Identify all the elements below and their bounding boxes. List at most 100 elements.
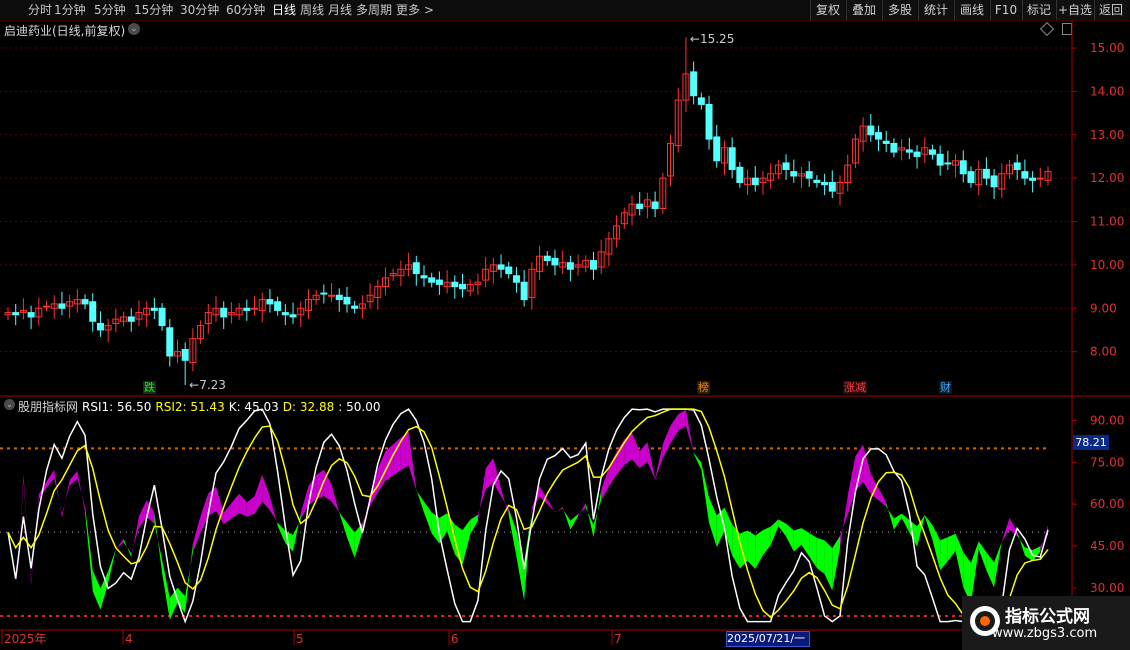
candle (343, 296, 351, 305)
candle (705, 103, 713, 140)
candle (905, 149, 913, 153)
rsi-band (893, 513, 902, 530)
candle (12, 312, 20, 316)
rsi-band (269, 496, 278, 526)
candle (96, 322, 104, 331)
rsi-band (331, 484, 340, 513)
ind-tick-label: 75.00 (1090, 455, 1124, 469)
event-tag-0[interactable]: 跌 (143, 381, 156, 394)
candle (420, 275, 428, 279)
candle (243, 307, 251, 311)
rsi-band (54, 469, 62, 518)
crosshair-date: 2025/07/21/一 (726, 631, 810, 647)
candle (944, 162, 952, 165)
candle (520, 281, 528, 301)
candle (320, 292, 328, 295)
date-label: 6 (451, 632, 459, 646)
rsi-band (978, 541, 987, 571)
candle (89, 301, 97, 322)
rsi-band (816, 537, 825, 574)
rsi-band (786, 523, 794, 552)
candle (181, 348, 189, 361)
event-tag-1[interactable]: 榜 (697, 381, 710, 394)
rsi-band (1001, 518, 1010, 542)
rsi-band (477, 468, 486, 521)
low-annotation: ←7.23 (189, 378, 226, 392)
date-label: 7 (614, 632, 622, 646)
candle (813, 179, 821, 183)
candle (882, 140, 890, 144)
candle (505, 266, 513, 275)
rsi-band (46, 469, 55, 489)
price-tick-label: 8.00 (1090, 345, 1117, 359)
date-label: 5 (296, 632, 304, 646)
event-tag-2[interactable]: 涨减 (843, 381, 867, 394)
candle (435, 279, 443, 285)
ind-tick-label: 90.00 (1090, 413, 1124, 427)
rsi-band (231, 493, 240, 519)
rsi-band (470, 514, 478, 535)
rsi-band (131, 516, 139, 558)
rsi-band (254, 474, 263, 514)
rsi-band (747, 530, 756, 569)
candle (790, 171, 798, 177)
rsi-band (770, 519, 779, 546)
candle (1029, 177, 1037, 181)
rsi-band (246, 496, 255, 517)
candle (697, 97, 705, 105)
rsi-band (400, 431, 409, 471)
rsi-band (693, 452, 702, 470)
candle (27, 312, 35, 318)
rsi-band (940, 537, 948, 571)
rsi-band (655, 444, 663, 480)
rsi-band (778, 519, 787, 537)
rsi-band (685, 409, 694, 454)
rsi-band (732, 524, 740, 569)
rsi-band (901, 513, 910, 533)
rsi-band (755, 530, 763, 569)
rsi-band (824, 540, 833, 591)
candle (459, 283, 467, 290)
rsi-band (277, 522, 286, 544)
rsi-band (262, 474, 270, 511)
candle (690, 71, 698, 97)
kline-chart[interactable]: 15.00 14.00 13.00 12.00 11.00 10.00 9.00 8.00 ←1… (0, 0, 1130, 650)
rsi-band (1017, 531, 1025, 556)
indicator-last-value: 78.21 (1073, 435, 1109, 450)
high-annotation: ←15.25 (690, 32, 734, 46)
rsi-band (424, 501, 432, 534)
rsi-band (955, 533, 964, 588)
candle (150, 307, 158, 311)
rsi-band (970, 541, 979, 604)
price-tick-label: 12.00 (1090, 171, 1124, 185)
rsi-band (739, 530, 748, 569)
date-label: 4 (125, 632, 133, 646)
rsi-band (793, 528, 802, 552)
candle (936, 153, 944, 166)
rsi-band (986, 552, 995, 588)
rsi-band (1040, 525, 1048, 552)
candle (127, 316, 135, 322)
candle (451, 281, 459, 288)
rsi-band (200, 493, 209, 533)
rsi-band (994, 541, 1002, 588)
rsi-band (947, 533, 956, 562)
price-tick-label: 9.00 (1090, 301, 1117, 315)
rsi-band (632, 432, 640, 469)
rsi-band (554, 507, 563, 513)
rsi-band (524, 507, 532, 601)
price-tick-label: 10.00 (1090, 258, 1124, 272)
candle (751, 177, 759, 186)
event-tag-3[interactable]: 财 (939, 381, 952, 394)
candle (58, 303, 66, 309)
candle (651, 201, 659, 210)
candle (412, 262, 420, 275)
rsi-band (462, 519, 471, 565)
rsi-band (416, 489, 424, 513)
rsi-band (878, 488, 887, 507)
candle (982, 168, 990, 179)
candle (713, 136, 721, 162)
candle (821, 181, 829, 186)
candle (1021, 171, 1029, 179)
candle (1036, 177, 1044, 180)
